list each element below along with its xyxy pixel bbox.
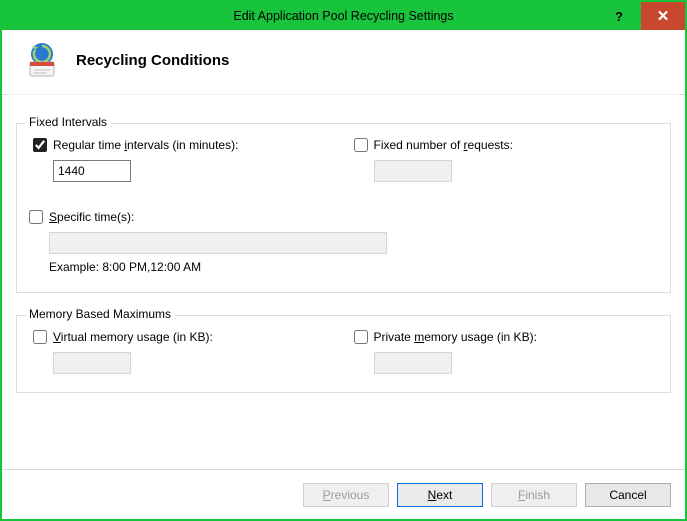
- close-button[interactable]: ✕: [641, 2, 685, 30]
- virtual-memory-checkbox[interactable]: [33, 330, 47, 344]
- dialog-header: Recycling Conditions: [2, 30, 685, 95]
- fixed-requests-label[interactable]: Fixed number of requests:: [374, 138, 513, 152]
- regular-intervals-checkbox[interactable]: [33, 138, 47, 152]
- regular-intervals-label[interactable]: Regular time intervals (in minutes):: [53, 138, 238, 152]
- private-memory-input: [374, 352, 452, 374]
- button-bar: Previous Next Finish Cancel: [2, 469, 685, 519]
- private-memory-label[interactable]: Private memory usage (in KB):: [374, 330, 537, 344]
- private-memory-checkbox[interactable]: [354, 330, 368, 344]
- window-title: Edit Application Pool Recycling Settings: [233, 9, 453, 23]
- legend-fixed-intervals: Fixed Intervals: [25, 115, 111, 129]
- page-title: Recycling Conditions: [76, 52, 229, 69]
- fixed-requests-input: [374, 160, 452, 182]
- group-memory-maximums: Memory Based Maximums Virtual memory usa…: [16, 315, 671, 393]
- fixed-requests-checkbox[interactable]: [354, 138, 368, 152]
- specific-times-input: [49, 232, 387, 254]
- help-button[interactable]: ?: [597, 2, 641, 30]
- group-fixed-intervals: Fixed Intervals Regular time intervals (…: [16, 123, 671, 293]
- legend-memory-maximums: Memory Based Maximums: [25, 307, 175, 321]
- cancel-button[interactable]: Cancel: [585, 483, 671, 507]
- virtual-memory-label[interactable]: Virtual memory usage (in KB):: [53, 330, 213, 344]
- dialog-window: Edit Application Pool Recycling Settings…: [0, 0, 687, 521]
- titlebar: Edit Application Pool Recycling Settings…: [2, 2, 685, 30]
- specific-times-example: Example: 8:00 PM,12:00 AM: [49, 260, 658, 274]
- finish-button: Finish: [491, 483, 577, 507]
- specific-times-label[interactable]: Specific time(s):: [49, 210, 134, 224]
- next-button[interactable]: Next: [397, 483, 483, 507]
- recycling-icon: [22, 40, 62, 80]
- specific-times-checkbox[interactable]: [29, 210, 43, 224]
- content-area: Fixed Intervals Regular time intervals (…: [2, 95, 685, 469]
- virtual-memory-input: [53, 352, 131, 374]
- titlebar-buttons: ? ✕: [597, 2, 685, 30]
- regular-intervals-input[interactable]: [53, 160, 131, 182]
- previous-button: Previous: [303, 483, 389, 507]
